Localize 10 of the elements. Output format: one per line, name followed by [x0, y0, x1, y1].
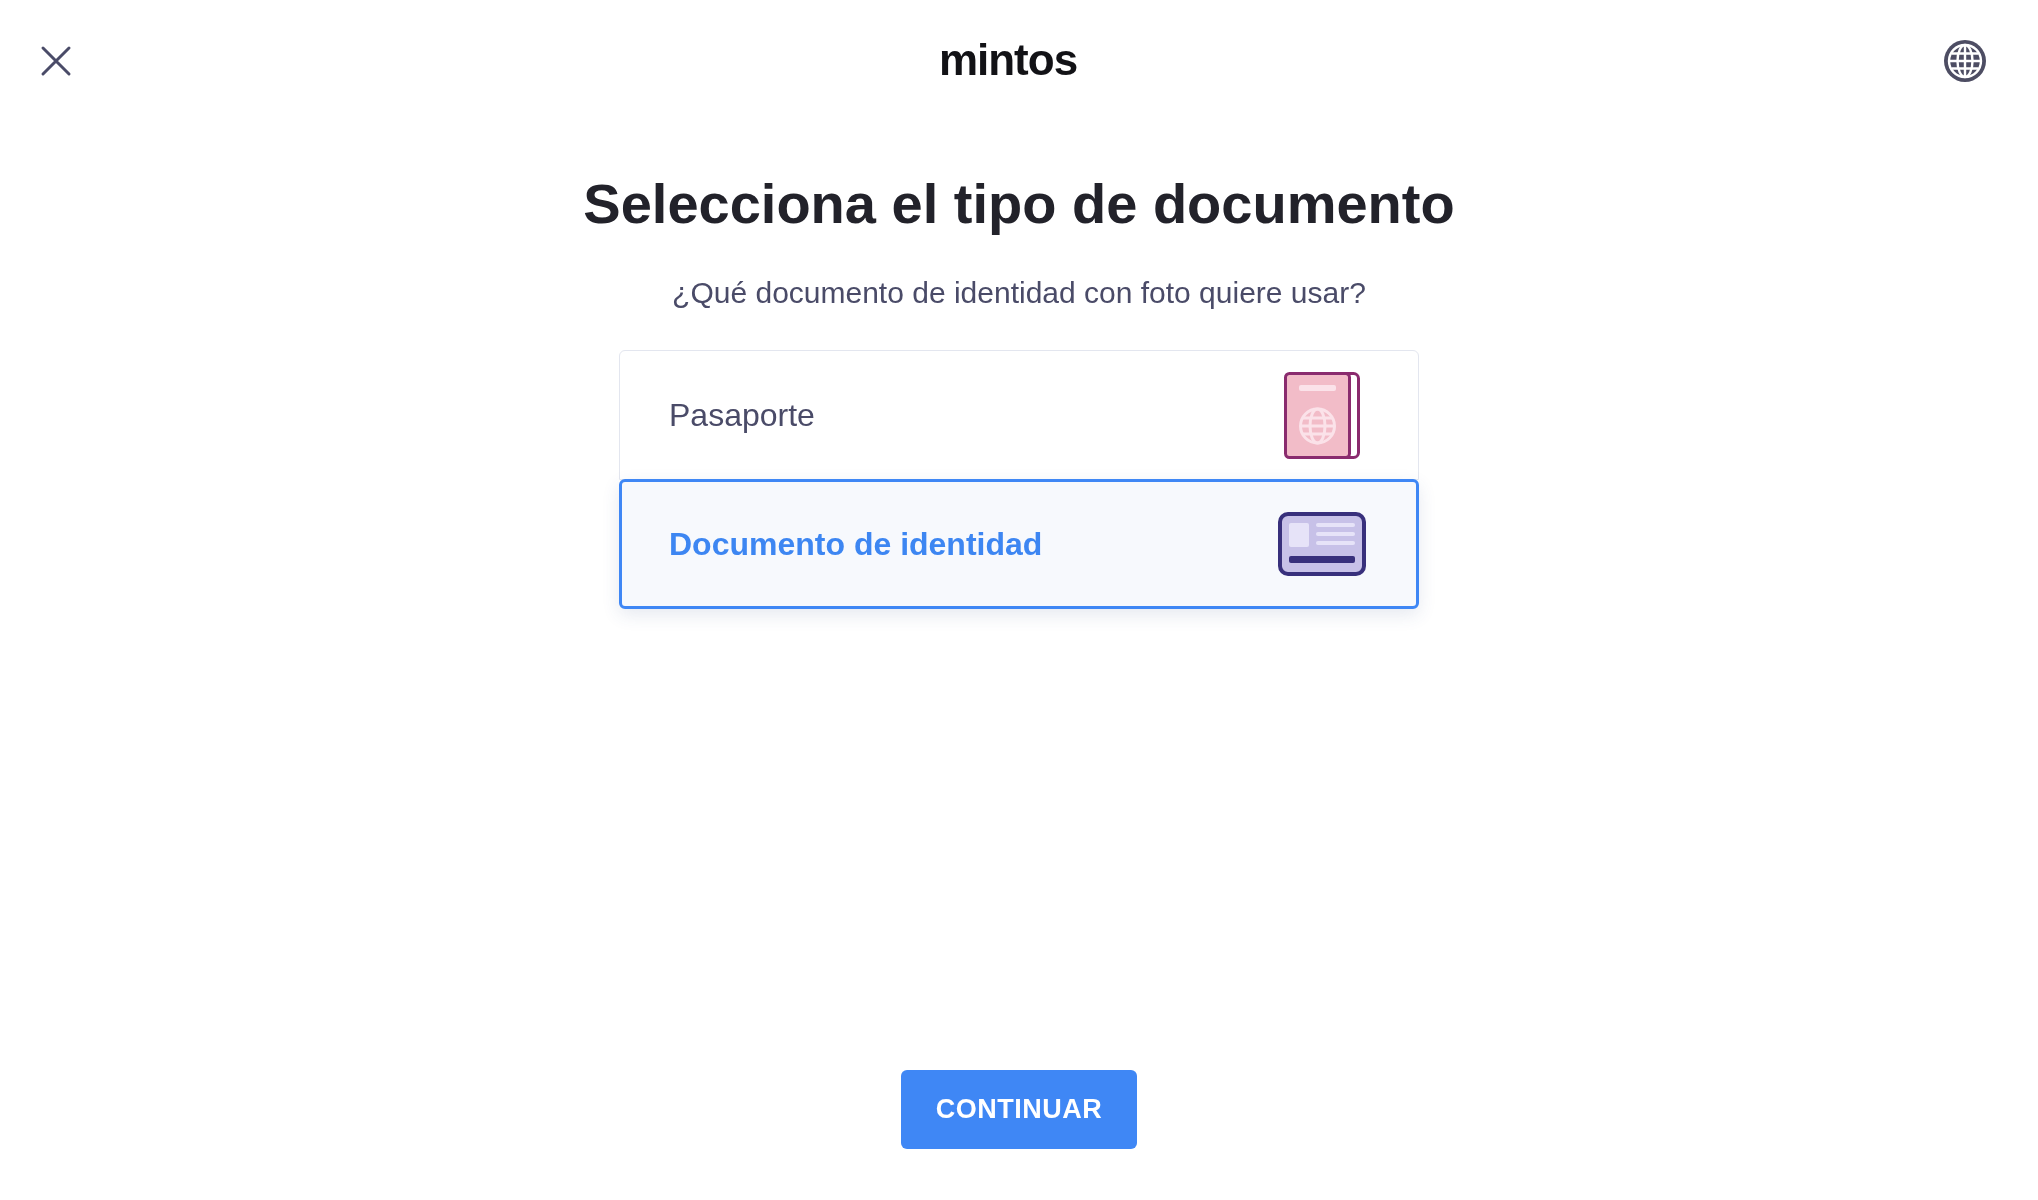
- logo: mintos: [938, 38, 1078, 82]
- page-subtitle: ¿Qué documento de identidad con foto quiere usar?: [672, 275, 1366, 312]
- globe-icon[interactable]: [1944, 40, 1986, 82]
- passport-icon: [1284, 371, 1360, 459]
- document-option[interactable]: Documento de identidad: [619, 479, 1419, 610]
- document-option[interactable]: Pasaporte: [619, 350, 1419, 481]
- continue-button[interactable]: CONTINUAR: [900, 1070, 1138, 1149]
- page-title: Selecciona el tipo de documento: [583, 171, 1455, 237]
- close-icon[interactable]: [40, 45, 72, 77]
- id-card-icon: [1278, 512, 1366, 577]
